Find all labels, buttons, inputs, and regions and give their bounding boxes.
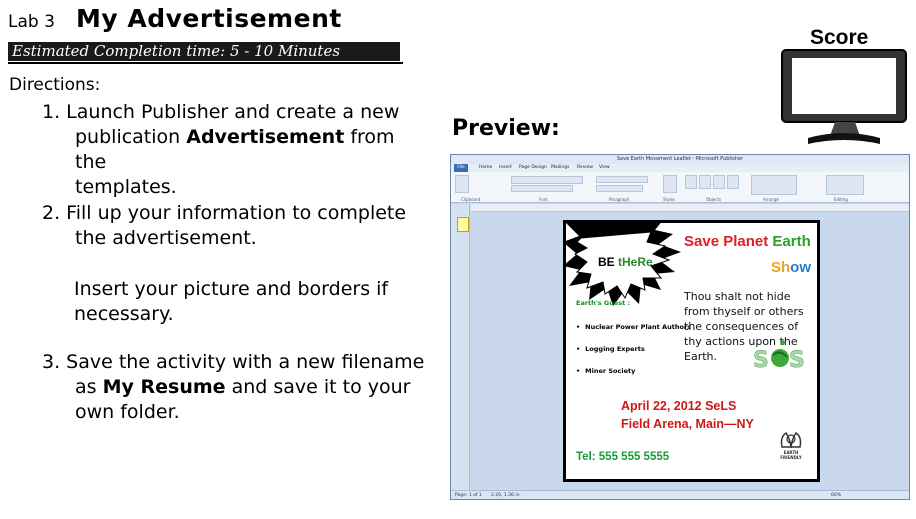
guest-item: Logging Experts (576, 345, 645, 353)
ad-title-show: Show (771, 259, 811, 276)
svg-text:S: S (789, 348, 805, 373)
editing-icon (826, 175, 864, 195)
arrange-icon (751, 175, 797, 195)
preview-heading: Preview: (452, 116, 560, 141)
contact-phone: Tel: 555 555 5555 (576, 451, 670, 463)
group-arrange: Arrange (763, 197, 779, 202)
advertisement-page: BE tHeRe Save Planet Earth Show Earth's … (563, 220, 820, 482)
pages-panel (451, 204, 470, 490)
table-icon (713, 175, 725, 189)
step-3-line-1: 3. Save the activity with a new filename (42, 351, 425, 373)
list-buttons-icon (596, 176, 648, 183)
group-font: Font (539, 197, 548, 202)
status-page: Page: 1 of 1 (455, 493, 482, 498)
step-3-text-post: and save it to your (225, 376, 411, 398)
styles-icon (663, 175, 677, 193)
group-clipboard: Clipboard (461, 197, 481, 202)
group-editing: Editing (834, 197, 848, 202)
step-1-text: publication (75, 126, 187, 148)
score-monitor-icon (781, 49, 907, 144)
shapes-icon (727, 175, 739, 189)
tab-view: View (599, 165, 610, 170)
estimated-time-banner: Estimated Completion time: 5 - 10 Minute… (8, 42, 400, 61)
top-ruler (471, 204, 909, 212)
tab-insert: Insert (499, 165, 512, 170)
group-styles: Styles (663, 197, 676, 202)
lab-number: Lab 3 (8, 12, 55, 32)
step-2-line-2: the advertisement. (75, 227, 257, 249)
tab-review: Review (577, 165, 594, 170)
picture-icon (699, 175, 711, 189)
earth-friendly-text-2: FRIENDLY (780, 454, 802, 460)
step-3-text: as (75, 376, 103, 398)
earth-friendly-text: EARTH FRIENDLY (778, 450, 804, 460)
ad-title-show-2: ow (790, 259, 812, 276)
step-3-bold: My Resume (102, 376, 226, 398)
status-zoom: 66% (831, 493, 842, 498)
window-title: Save Earth Movement Leaflet - Microsoft … (451, 155, 909, 164)
tab-mailings: Mailings (551, 165, 570, 170)
step-2-note: Insert your picture and borders if neces… (74, 277, 414, 327)
textbox-icon (685, 175, 697, 189)
guest-item: Nuclear Power Plant Authors (576, 323, 691, 331)
group-objects: Objects (706, 197, 722, 202)
tab-page-design: Page Design (519, 165, 547, 170)
there-text: tHeRe (618, 255, 653, 269)
directions-heading: Directions: (9, 75, 101, 95)
status-bar: Page: 1 of 1 2.20, 1.36 in. 66% (451, 490, 909, 499)
svg-text:S: S (753, 348, 769, 373)
status-position: 2.20, 1.36 in. (491, 493, 521, 498)
tab-home: Home (479, 165, 493, 170)
paste-icon (455, 175, 469, 193)
ribbon: Clipboard Font Paragraph Styles Objects … (451, 172, 909, 203)
step-1-line-2: publication Advertisement from the (42, 125, 422, 175)
event-venue: Field Arena, Main—NY (621, 417, 754, 431)
format-buttons-icon (511, 185, 573, 192)
step-2: 2. Fill up your information to complete … (42, 201, 422, 251)
step-3-line-2: as My Resume and save it to your (42, 375, 427, 400)
ribbon-tabs: Home Insert Page Design Mailings Review … (451, 164, 909, 172)
group-paragraph: Paragraph (609, 197, 630, 202)
page-title: My Advertisement (76, 4, 342, 33)
earth-friendly-logo-icon (780, 431, 802, 448)
guest-label: Earth's Guest : (576, 299, 631, 307)
sos-earth-logo-icon: S S (753, 339, 805, 373)
step-1-bold: Advertisement (186, 126, 345, 148)
file-tab: File (454, 164, 468, 172)
step-1-line-3: templates. (75, 176, 177, 198)
ad-title: Save Planet Earth (684, 233, 811, 250)
align-buttons-icon (596, 185, 643, 192)
step-2-line-1: 2. Fill up your information to complete (42, 202, 407, 224)
step-3-line-3: own folder. (75, 401, 180, 423)
page-thumbnail (457, 217, 469, 232)
step-2-note-line-1: Insert your picture and borders if (74, 278, 389, 300)
font-box-icon (511, 176, 583, 184)
ad-title-part2: Earth (772, 233, 811, 250)
ad-title-show-1: Sh (771, 259, 791, 276)
step-1: 1. Launch Publisher and create a new pub… (42, 100, 422, 200)
be-there-text: BE tHeRe (598, 255, 653, 269)
step-1-line-1: 1. Launch Publisher and create a new (42, 101, 400, 123)
guest-item: Miner Society (576, 367, 635, 375)
ad-title-part1: Save Planet (684, 233, 773, 250)
be-text: BE (598, 255, 619, 269)
score-label: Score (810, 26, 869, 49)
step-2-note-line-2: necessary. (74, 303, 174, 325)
step-3: 3. Save the activity with a new filename… (42, 350, 427, 425)
event-date: April 22, 2012 SeLS (621, 399, 737, 413)
